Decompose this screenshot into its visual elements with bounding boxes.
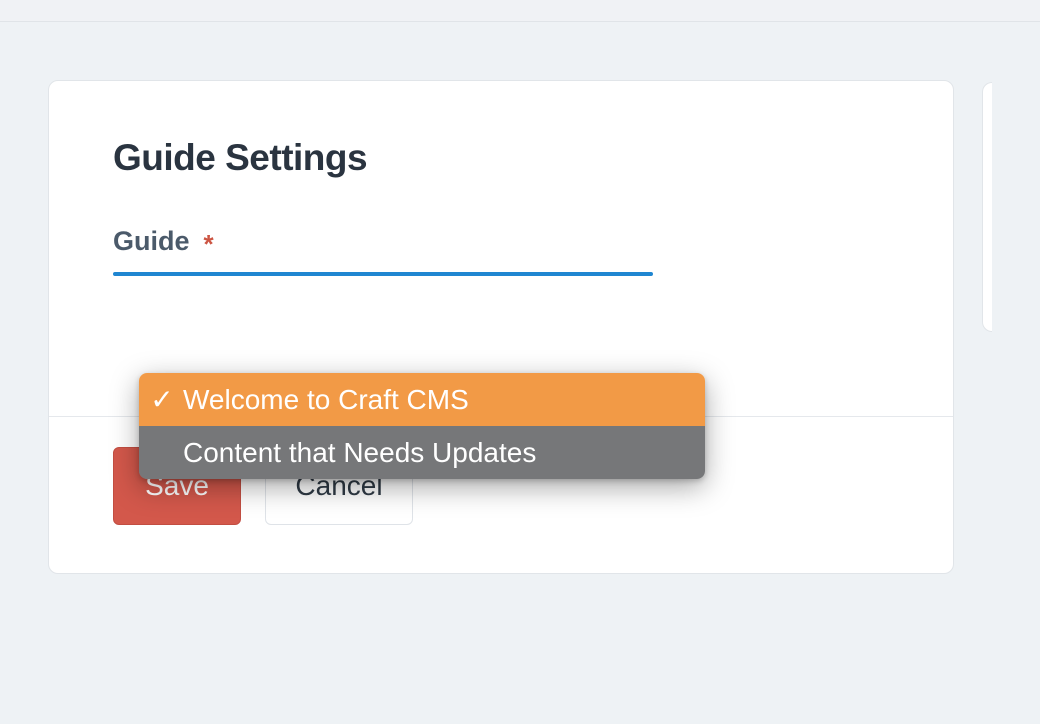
guide-select[interactable]	[113, 272, 653, 276]
checkmark-icon: ✓	[149, 383, 175, 416]
required-indicator: *	[204, 231, 214, 257]
field-label: Guide	[113, 226, 190, 257]
dropdown-option-welcome[interactable]: ✓ Welcome to Craft CMS	[139, 373, 705, 426]
page-title: Guide Settings	[113, 137, 889, 179]
page-body: Guide Settings Guide * ✓ Welcome to Craf…	[0, 22, 1040, 574]
dropdown-option-label: Content that Needs Updates	[183, 437, 689, 469]
settings-card: Guide Settings Guide * ✓ Welcome to Craf…	[48, 80, 954, 574]
dropdown-option-label: Welcome to Craft CMS	[183, 384, 689, 416]
field-label-row: Guide *	[113, 226, 889, 257]
guide-dropdown-menu[interactable]: ✓ Welcome to Craft CMS Content that Need…	[139, 373, 705, 479]
dropdown-option-content-updates[interactable]: Content that Needs Updates	[139, 426, 705, 479]
guide-field: Guide *	[113, 225, 889, 276]
adjacent-card-edge	[982, 82, 992, 332]
card-main: Guide Settings Guide *	[49, 81, 953, 417]
top-toolbar-strip	[0, 0, 1040, 22]
